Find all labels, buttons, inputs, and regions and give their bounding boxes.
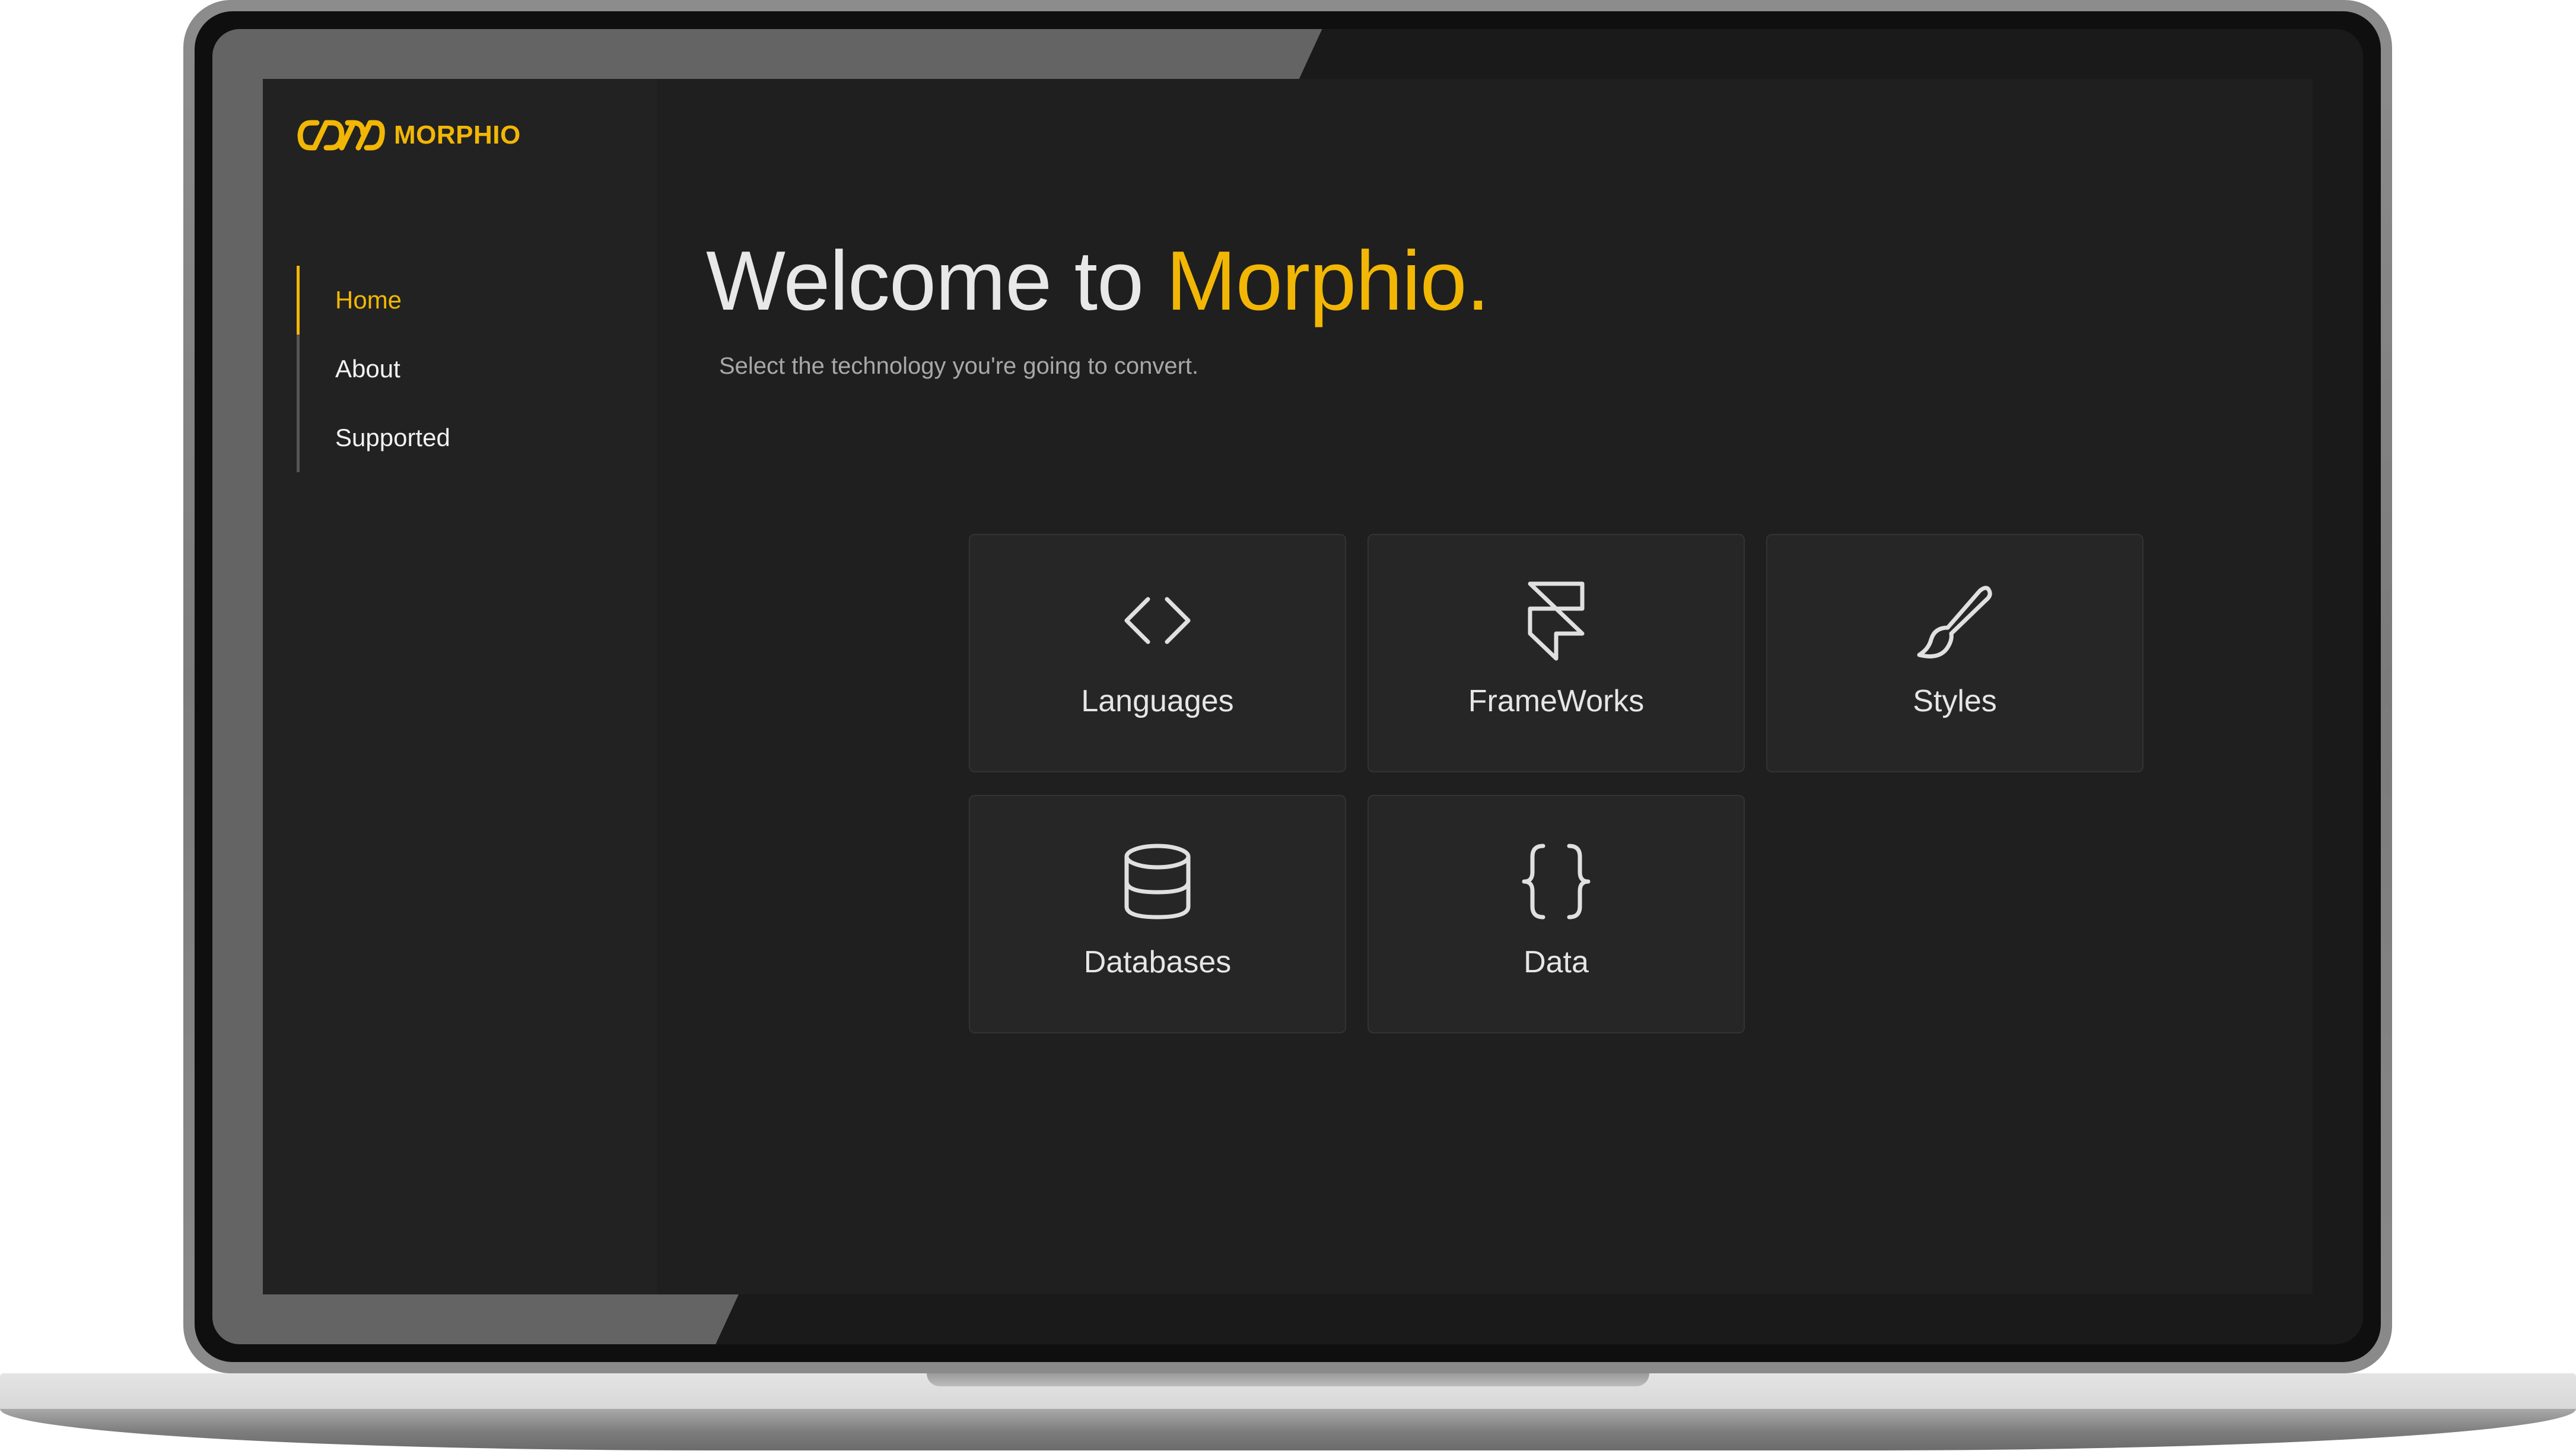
- database-icon: [1116, 840, 1199, 923]
- page-title-prefix: Welcome to: [706, 234, 1166, 328]
- tile-languages[interactable]: Languages: [969, 534, 1346, 772]
- logo-text: MORPHIO: [394, 120, 521, 149]
- sidebar-item-supported[interactable]: Supported: [300, 403, 632, 472]
- sidebar-item-home[interactable]: Home: [297, 266, 632, 335]
- sidebar-nav: Home About Supported: [297, 266, 632, 472]
- sidebar: MORPHIO Home About Supported: [263, 79, 657, 1294]
- page-title-accent: Morphio.: [1166, 234, 1490, 328]
- sidebar-item-about[interactable]: About: [300, 335, 632, 403]
- framer-icon: [1515, 579, 1598, 662]
- tile-label: Styles: [1913, 684, 1997, 718]
- laptop-base: [0, 1373, 2576, 1454]
- tile-databases[interactable]: Databases: [969, 795, 1346, 1033]
- tile-label: FrameWorks: [1468, 684, 1645, 718]
- code-brackets-icon: [1116, 579, 1199, 662]
- curly-braces-icon: [1515, 840, 1598, 923]
- tile-frameworks[interactable]: FrameWorks: [1367, 534, 1745, 772]
- tile-label: Data: [1524, 945, 1589, 979]
- laptop-base-notch: [927, 1373, 1649, 1386]
- page-subtitle: Select the technology you're going to co…: [719, 353, 1199, 379]
- tile-styles[interactable]: Styles: [1766, 534, 2144, 772]
- laptop-base-bottom: [0, 1409, 2576, 1450]
- tile-data[interactable]: Data: [1367, 795, 1745, 1033]
- logo[interactable]: MORPHIO: [297, 118, 521, 152]
- paintbrush-icon: [1913, 579, 1996, 662]
- page-title: Welcome to Morphio.: [706, 239, 1490, 323]
- app-screen: MORPHIO Home About Supported Welcome to …: [263, 79, 2313, 1294]
- tile-label: Databases: [1083, 945, 1232, 979]
- tile-label: Languages: [1081, 684, 1234, 718]
- morphio-logo-icon: [297, 118, 386, 152]
